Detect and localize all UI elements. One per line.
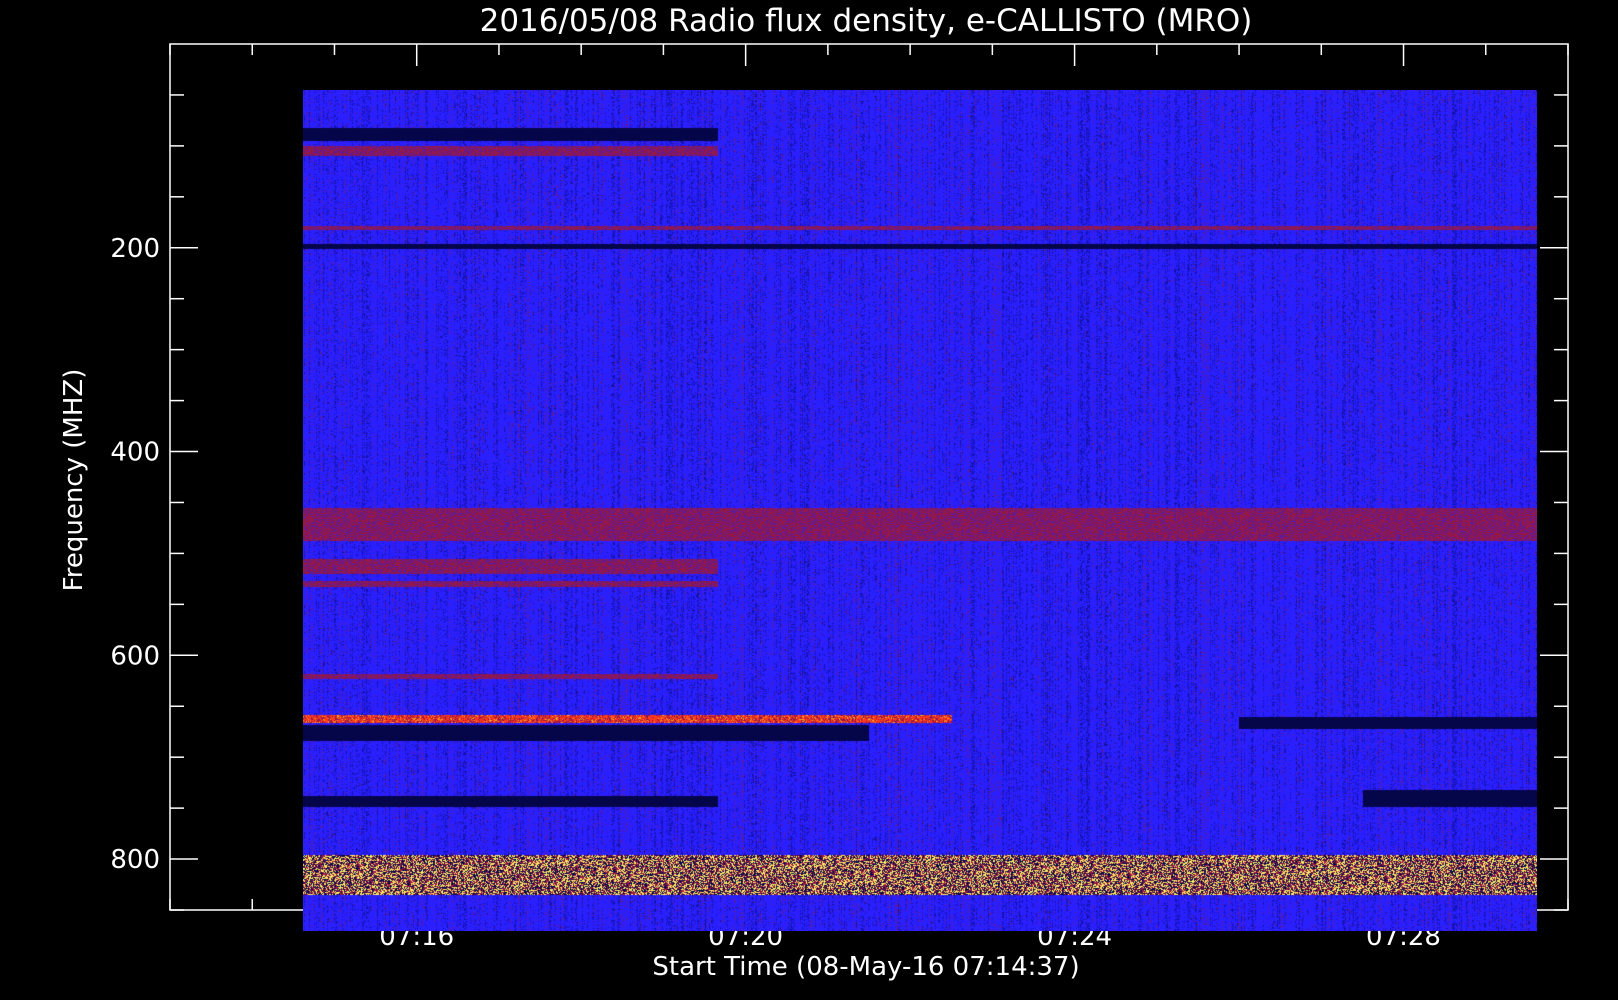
y-axis-label: Frequency (MHZ) <box>59 369 89 592</box>
x-axis-label: Start Time (08-May-16 07:14:37) <box>652 952 1079 982</box>
y-tick-label: 600 <box>110 641 160 671</box>
y-tick-label: 200 <box>110 234 160 264</box>
spectrogram-image <box>303 90 1537 931</box>
y-tick-label: 400 <box>110 438 160 468</box>
chart-title: 2016/05/08 Radio flux density, e-CALLIST… <box>480 3 1253 39</box>
y-tick-label: 800 <box>110 845 160 875</box>
